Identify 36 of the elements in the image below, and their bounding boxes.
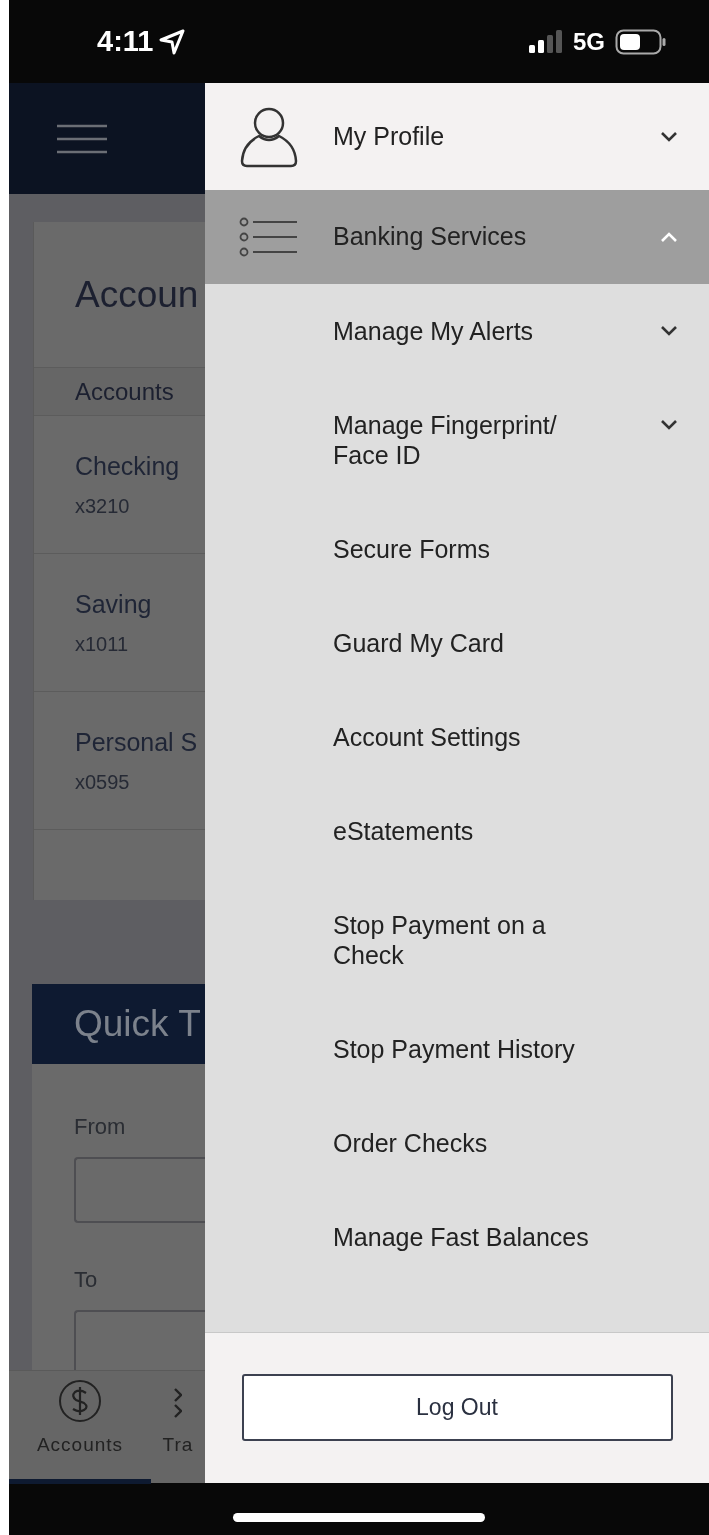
chevron-up-icon (660, 231, 678, 243)
field-label: From (74, 1113, 127, 1141)
chevron-down-icon (660, 325, 678, 337)
account-name: Personal S (75, 726, 199, 758)
chevron-down-icon (660, 130, 678, 143)
location-arrow-icon (159, 28, 186, 55)
dollar-icon (58, 1379, 102, 1423)
status-time: 4:11 (97, 23, 154, 59)
account-number: x3210 (75, 494, 131, 520)
network-label: 5G (573, 26, 605, 57)
menu-item[interactable]: Manage Fast Balances (205, 1190, 709, 1284)
card-title: Quick T (74, 1002, 201, 1047)
menu-item[interactable]: Stop Payment on a Check (205, 878, 709, 1002)
account-number: x0595 (75, 770, 131, 796)
log-out-button[interactable]: Log Out (241, 1374, 673, 1441)
menu-item[interactable]: Order Checks (205, 1096, 709, 1190)
account-name: Checking (75, 450, 181, 482)
menu-section[interactable]: My Profile (205, 83, 709, 190)
chevron-down-icon (660, 419, 678, 431)
account-name: Saving (75, 588, 153, 620)
card-title: Accoun (75, 272, 199, 317)
menu-item[interactable]: eStatements (205, 784, 709, 878)
menu-item[interactable]: Manage My Alerts (205, 284, 709, 378)
signal-icon (529, 29, 563, 54)
field-label: To (74, 1266, 99, 1294)
menu-item[interactable]: Guard My Card (205, 596, 709, 690)
menu-section[interactable]: Banking Services (205, 190, 709, 284)
column-header: Accounts (75, 376, 174, 407)
menu-item[interactable]: Secure Forms (205, 502, 709, 596)
person-icon (239, 105, 299, 168)
battery-icon (615, 28, 667, 55)
menu-item[interactable]: Account Settings (205, 690, 709, 784)
menu-item[interactable]: Stop Payment History (205, 1002, 709, 1096)
menu-item[interactable]: Manage Fingerprint/ Face ID (205, 378, 709, 502)
account-number: x1011 (75, 632, 129, 658)
list-icon (239, 217, 299, 257)
